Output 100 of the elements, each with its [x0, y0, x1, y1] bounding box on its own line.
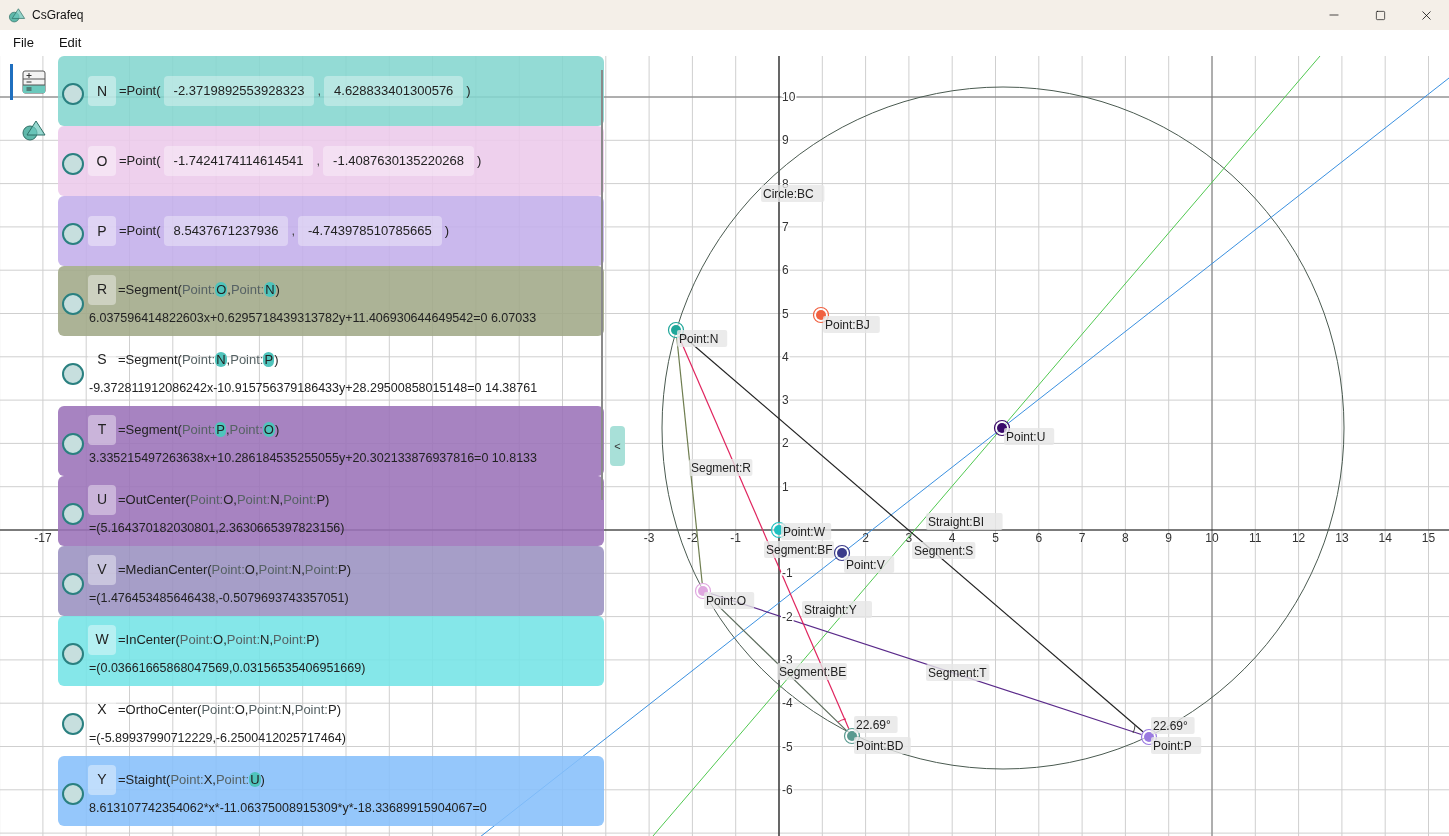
result-text: 8.613107742354062*x*-11.06375008915309*y*-18.33689915904067=0: [88, 799, 487, 817]
menu-item[interactable]: Edit: [58, 33, 82, 53]
name-label: W: [88, 624, 116, 655]
object-label: Point:P: [1151, 737, 1202, 754]
radio-button[interactable]: [62, 713, 84, 735]
expression-row[interactable]: V =MedianCenter(Point:O,Point:N,Point:P) =(1.476453485646438,-0.5079693743357051): [58, 546, 604, 616]
app-icon: [8, 6, 26, 24]
axis-tick-label: -4: [782, 696, 793, 711]
axis-tick-label: 6: [1035, 531, 1043, 545]
object-label: Point:V: [844, 556, 895, 573]
axis-tick-label: -1: [782, 566, 793, 581]
axis-tick-label: 8: [1122, 531, 1129, 545]
axis-tick-label: 9: [782, 133, 789, 148]
result-text: =(1.476453485646438,-0.5079693743357051): [88, 589, 350, 607]
menu-item[interactable]: File: [13, 33, 34, 53]
closing-paren: ): [476, 152, 482, 171]
formula-text: =Segment(Point:P,Point:O): [118, 420, 280, 439]
result-text: =(0.03661665868047569,0.03156535406951669): [88, 659, 366, 677]
expression-row[interactable]: P =Point( 8.5437671237936 , -4.743978510785665 ): [58, 196, 604, 266]
separator-text: ,: [291, 222, 296, 241]
angle-arc: [1132, 724, 1136, 734]
formula-text: =Segment(Point:O,Point:N): [118, 280, 280, 299]
result-text: 3.335215497263638x+10.286184535255055y+20.302133876937816=0 10.8133: [88, 449, 538, 467]
radio-button[interactable]: [62, 153, 84, 175]
radio-button[interactable]: [62, 643, 84, 665]
function-text: =Point(: [119, 152, 161, 171]
axis-tick-label: -6: [782, 782, 793, 797]
result-text: =(5.164370182030801,2.3630665397823156): [88, 519, 345, 537]
expression-row[interactable]: W =InCenter(Point:O,Point:N,Point:P) =(0.03661665868047569,0.03156535406951669): [58, 616, 604, 686]
radio-button[interactable]: [62, 503, 84, 525]
radio-button[interactable]: [62, 433, 84, 455]
object-label: Straight:BI: [926, 513, 1003, 530]
axis-tick-label: 4: [948, 531, 956, 545]
object-label: Straight:Y: [802, 601, 872, 618]
expression-row[interactable]: Y =Staight(Point:X,Point:U) 8.613107742354062*x*-11.06375008915309*y*-18.33689915904067=0: [58, 756, 604, 826]
axis-tick-label: -2: [687, 531, 698, 545]
axis-tick-label: 15: [1421, 531, 1436, 545]
object-label: Segment:BE: [777, 663, 847, 680]
function-text: =Point(: [119, 222, 161, 241]
axis-tick-label: 5: [782, 306, 789, 321]
result-text: 6.037596414822603x+0.6295718439313782y+11.406930644649542=0 6.07033: [88, 309, 537, 327]
expression-row[interactable]: X =OrthoCenter(Point:O,Point:N,Point:P) =(-5.89937990712229,-6.2500412025717464): [58, 686, 604, 756]
object-label: Point:BJ: [823, 316, 880, 333]
formula-text: =OrthoCenter(Point:O,Point:N,Point:P): [118, 700, 341, 719]
axis-tick-label: 5: [992, 531, 999, 545]
radio-button[interactable]: [62, 573, 84, 595]
name-label: Y: [88, 764, 116, 795]
value-field[interactable]: 8.5437671237936: [163, 216, 289, 246]
value-field[interactable]: -4.743978510785665: [298, 216, 442, 246]
object-label: Point:O: [704, 592, 755, 609]
axis-tick-label: 13: [1335, 531, 1349, 545]
radio-button[interactable]: [62, 783, 84, 805]
name-label: V: [88, 554, 116, 585]
axis-tick-label: -1: [730, 531, 742, 545]
value-field[interactable]: -1.7424174114614541: [163, 146, 314, 176]
object-label: Segment:BF: [764, 541, 834, 558]
shapes-icon: [20, 118, 47, 142]
function-text: =Point(: [119, 82, 161, 101]
radio-button[interactable]: [62, 83, 84, 105]
name-label: U: [88, 484, 116, 515]
axis-tick-label: 12: [1291, 531, 1306, 545]
axis-tick-label: 14: [1378, 531, 1392, 545]
closing-paren: ): [466, 82, 471, 101]
scrollbar[interactable]: [601, 70, 603, 500]
expression-row[interactable]: U =OutCenter(Point:O,Point:N,Point:P) =(5.164370182030801,2.3630665397823156): [58, 476, 604, 546]
expression-row[interactable]: T =Segment(Point:P,Point:O) 3.335215497263638x+10.286184535255055y+20.302133876937816=0 10.8133: [58, 406, 604, 476]
collapse-button[interactable]: <: [610, 426, 625, 466]
expression-row[interactable]: N =Point( -2.3719892553928323 , 4.628833401300576 ): [58, 56, 604, 126]
axis-tick-label: -3: [643, 531, 655, 545]
value-field[interactable]: -1.4087630135220268: [323, 146, 474, 176]
object-label: Point:U: [1004, 428, 1055, 445]
object-label: Segment:T: [926, 664, 990, 681]
calculator-icon: [21, 70, 46, 94]
object-label: Circle:BC: [761, 185, 825, 202]
axis-tick-label: 6: [782, 263, 789, 278]
axis-tick-label: 1: [782, 479, 789, 494]
radio-button[interactable]: [62, 363, 84, 385]
axis-tick-label: 9: [1165, 531, 1173, 545]
axis-tick-label: 10: [1205, 531, 1219, 545]
window-title: CsGrafeq: [32, 7, 84, 24]
result-text: -9.372811912086242x-10.915756379186433y+28.29500858015148=0 14.38761: [88, 379, 538, 397]
radio-button[interactable]: [62, 223, 84, 245]
closing-paren: ): [444, 222, 449, 241]
axis-tick-label: 2: [862, 531, 869, 545]
result-text: =(-5.89937990712229,-6.2500412025717464): [88, 729, 346, 747]
expression-row[interactable]: S =Segment(Point:N,Point:P) -9.372811912086242x-10.915756379186433y+28.29500858015148=0 14.38761: [58, 336, 604, 406]
axis-tick-label: 4: [782, 349, 789, 364]
value-field[interactable]: -2.3719892553928323: [163, 76, 315, 106]
value-field[interactable]: 4.628833401300576: [324, 76, 464, 106]
radio-button[interactable]: [62, 293, 84, 315]
axis-tick-label: 11: [1249, 531, 1262, 545]
expression-row[interactable]: R =Segment(Point:O,Point:N) 6.037596414822603x+0.6295718439313782y+11.406930644649542=0 6.07033: [58, 266, 604, 336]
expression-row[interactable]: O =Point( -1.7424174114614541 , -1.4087630135220268 ): [58, 126, 604, 196]
name-label: P: [88, 216, 116, 246]
axis-tick-label: 3: [782, 393, 789, 408]
axis-tick-label: 10: [782, 90, 796, 104]
axis-tick-label: -5: [782, 739, 793, 754]
name-label: N: [88, 76, 116, 106]
object-label: 22.69°: [854, 716, 898, 733]
object-label: Segment:S: [912, 542, 976, 559]
